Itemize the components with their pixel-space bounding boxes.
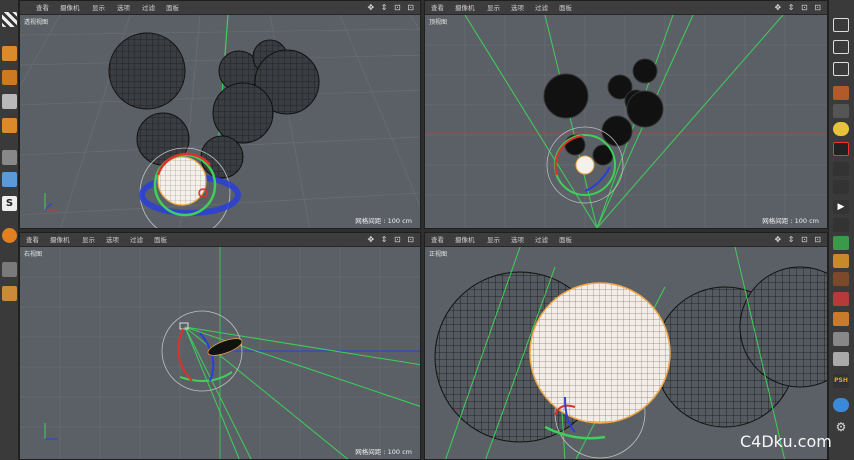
viewport-label: 顶视图 bbox=[429, 19, 448, 26]
sphere[interactable] bbox=[626, 90, 664, 128]
brush-icon[interactable] bbox=[833, 236, 849, 250]
right-toolbar: ▶ PSH ⚙ bbox=[828, 0, 854, 460]
lightbulb-icon[interactable] bbox=[833, 122, 849, 136]
nav-icons[interactable]: ✥ ⇕ ⊡ ⊡ bbox=[368, 235, 416, 245]
plus-icon[interactable] bbox=[833, 18, 849, 32]
viewport-header: 查看 摄像机 显示 选项 过滤 面板 ✥ ⇕ ⊡ ⊡ bbox=[425, 233, 827, 247]
menu-options[interactable]: 选项 bbox=[106, 235, 119, 245]
nav-icons[interactable]: ✥ ⇕ ⊡ ⊡ bbox=[775, 3, 823, 13]
menu-panel[interactable]: 面板 bbox=[166, 3, 179, 13]
grid-scale-label: 网格间距 : 100 cm bbox=[762, 217, 819, 225]
menu-display[interactable]: 显示 bbox=[82, 235, 95, 245]
film-icon[interactable] bbox=[833, 142, 849, 156]
viewport-header: 查看 摄像机 显示 选项 过滤 面板 ✥ ⇕ ⊡ ⊡ bbox=[20, 233, 420, 247]
mouse-icon[interactable] bbox=[2, 172, 17, 187]
sphere[interactable] bbox=[212, 82, 274, 144]
cube-icon[interactable] bbox=[2, 94, 17, 109]
nav-icons[interactable]: ✥ ⇕ ⊡ ⊡ bbox=[368, 3, 416, 13]
paint-icon[interactable] bbox=[833, 272, 849, 286]
left-toolbar: S bbox=[0, 0, 19, 460]
menu-display[interactable]: 显示 bbox=[487, 3, 500, 13]
tool-icon[interactable] bbox=[833, 312, 849, 326]
menu-view[interactable]: 查看 bbox=[26, 235, 39, 245]
menu-panel[interactable]: 面板 bbox=[559, 235, 572, 245]
top-scene bbox=[425, 15, 827, 228]
menu-filter[interactable]: 过滤 bbox=[535, 235, 548, 245]
cinema4d-window: S ▶ PSH ⚙ 查看 摄像机 显示 选项 过滤 面板 ✥ ⇕ ⊡ ⊡ 透视视… bbox=[0, 0, 854, 460]
selected-sphere[interactable] bbox=[575, 155, 595, 175]
menu-filter[interactable]: 过滤 bbox=[535, 3, 548, 13]
sphere[interactable] bbox=[200, 135, 244, 179]
shape-icon[interactable] bbox=[833, 352, 849, 366]
scale-icon[interactable] bbox=[833, 62, 849, 76]
render-icon[interactable] bbox=[833, 180, 849, 194]
sphere[interactable] bbox=[543, 73, 589, 119]
checker-icon[interactable] bbox=[2, 12, 17, 27]
viewport-header: 查看 摄像机 显示 选项 过滤 面板 ✥ ⇕ ⊡ ⊡ bbox=[20, 1, 420, 15]
wand-icon[interactable] bbox=[833, 332, 849, 346]
sphere[interactable] bbox=[601, 115, 633, 147]
menu-filter[interactable]: 过滤 bbox=[142, 3, 155, 13]
move-icon[interactable] bbox=[833, 40, 849, 54]
viewport-front[interactable]: 查看 摄像机 显示 选项 过滤 面板 ✥ ⇕ ⊡ ⊡ 正视图 bbox=[424, 232, 828, 460]
film-icon[interactable] bbox=[833, 218, 849, 232]
nav-icons[interactable]: ✥ ⇕ ⊡ ⊡ bbox=[775, 235, 823, 245]
axis-indicator bbox=[44, 193, 58, 211]
menu-view[interactable]: 查看 bbox=[431, 235, 444, 245]
magnet-icon[interactable] bbox=[2, 228, 17, 243]
watermark: C4Dku.com bbox=[740, 432, 832, 451]
menu-view[interactable]: 查看 bbox=[36, 3, 49, 13]
cube-icon[interactable] bbox=[2, 70, 17, 85]
menu-view[interactable]: 查看 bbox=[431, 3, 444, 13]
rotate-icon[interactable] bbox=[833, 86, 849, 100]
globe-icon[interactable] bbox=[833, 398, 849, 412]
axis-indicator bbox=[44, 423, 58, 440]
lock-icon[interactable] bbox=[2, 262, 17, 277]
layer-icon[interactable] bbox=[2, 286, 17, 301]
s-icon[interactable]: S bbox=[2, 196, 17, 211]
front-scene bbox=[434, 247, 827, 459]
right-scene bbox=[20, 247, 420, 459]
grid-scale-label: 网格间距 : 100 cm bbox=[355, 217, 412, 225]
sphere[interactable] bbox=[632, 58, 658, 84]
menu-display[interactable]: 显示 bbox=[92, 3, 105, 13]
play-icon[interactable]: ▶ bbox=[833, 200, 849, 214]
camera-icon[interactable] bbox=[833, 104, 849, 118]
menu-panel[interactable]: 面板 bbox=[559, 3, 572, 13]
viewport-label: 正视图 bbox=[429, 251, 448, 258]
pen-icon[interactable] bbox=[833, 254, 849, 268]
menu-options[interactable]: 选项 bbox=[117, 3, 130, 13]
menu-display[interactable]: 显示 bbox=[487, 235, 500, 245]
perspective-scene bbox=[20, 15, 420, 228]
cube-icon[interactable] bbox=[2, 46, 17, 61]
menu-filter[interactable]: 过滤 bbox=[130, 235, 143, 245]
snap-icon[interactable] bbox=[2, 150, 17, 165]
viewport-perspective[interactable]: 查看 摄像机 显示 选项 过滤 面板 ✥ ⇕ ⊡ ⊡ 透视视图 网格间距: 1… bbox=[19, 0, 421, 229]
selected-sphere[interactable] bbox=[206, 335, 244, 359]
selected-sphere[interactable] bbox=[529, 282, 671, 424]
menu-options[interactable]: 选项 bbox=[511, 235, 524, 245]
viewport-header: 查看 摄像机 显示 选项 过滤 面板 ✥ ⇕ ⊡ ⊡ bbox=[425, 1, 827, 15]
menu-options[interactable]: 选项 bbox=[511, 3, 524, 13]
menu-camera[interactable]: 摄像机 bbox=[50, 235, 70, 245]
psh-icon[interactable]: PSH bbox=[833, 374, 849, 388]
menu-camera[interactable]: 摄像机 bbox=[455, 3, 475, 13]
grid-icon[interactable] bbox=[833, 292, 849, 306]
menu-camera[interactable]: 摄像机 bbox=[455, 235, 475, 245]
viewport-top[interactable]: 查看 摄像机 显示 选项 过滤 面板 ✥ ⇕ ⊡ ⊡ 顶视图 网格间距: 10… bbox=[424, 0, 828, 229]
viewport-label: 右视图 bbox=[24, 251, 43, 258]
grid-scale-label: 网格间距 : 100 cm bbox=[355, 448, 412, 456]
gear-icon[interactable]: ⚙ bbox=[833, 420, 849, 434]
menu-camera[interactable]: 摄像机 bbox=[60, 3, 80, 13]
film-icon[interactable] bbox=[833, 162, 849, 176]
cube-icon[interactable] bbox=[2, 118, 17, 133]
menu-panel[interactable]: 面板 bbox=[154, 235, 167, 245]
viewport-label: 透视视图 bbox=[24, 19, 49, 26]
sphere[interactable] bbox=[108, 32, 186, 110]
viewport-right[interactable]: 查看 摄像机 显示 选项 过滤 面板 ✥ ⇕ ⊡ ⊡ 右视图 网格间距: 10… bbox=[19, 232, 421, 460]
